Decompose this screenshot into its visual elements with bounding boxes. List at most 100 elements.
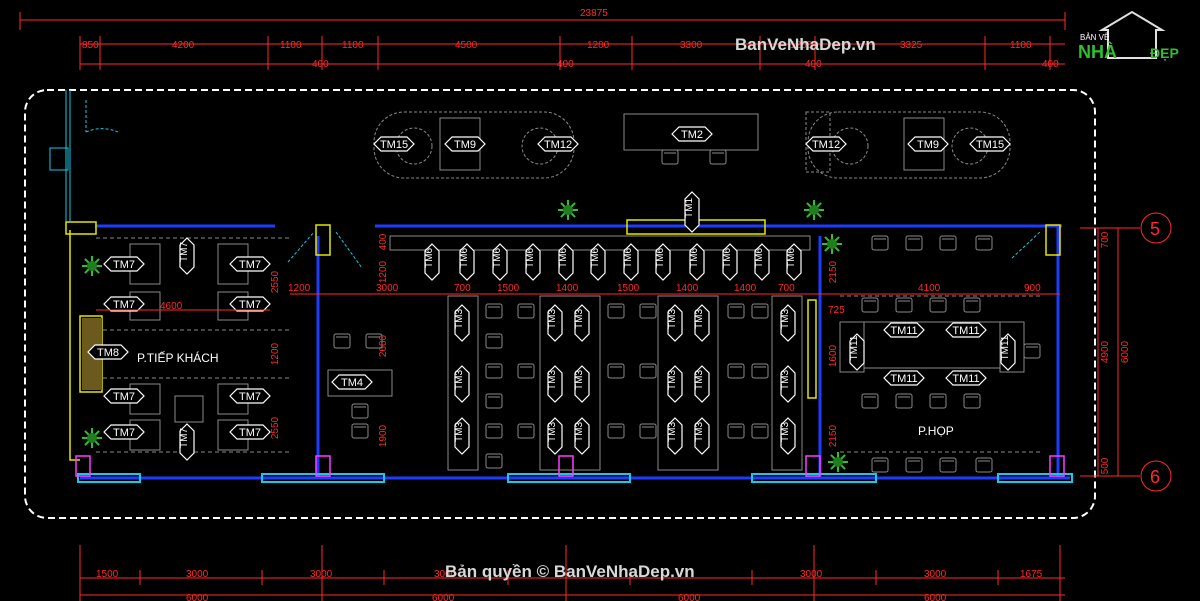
vertical-dim: 4900 <box>1100 340 1111 363</box>
tag-text: TM3 <box>780 370 791 390</box>
tag-text: TM12 <box>812 139 840 151</box>
tag-tm7: TM7 <box>229 256 271 272</box>
tag-text: TM3 <box>454 309 465 329</box>
plant <box>804 200 824 220</box>
mid-dim-10: 4100 <box>918 283 941 294</box>
vertical-dim: 700 <box>1100 231 1111 248</box>
mid-dim-5: 1400 <box>556 283 579 294</box>
tag-tm11: TM11 <box>883 370 925 386</box>
bottom-dim-5: 3000 <box>800 569 823 580</box>
top-dim-7: 3300 <box>680 40 703 51</box>
plant <box>822 234 842 254</box>
chair <box>485 393 503 409</box>
tag-text: TM3 <box>454 370 465 390</box>
chair <box>639 423 657 439</box>
tag-tm3: TM3 <box>547 365 563 403</box>
tag-tm7: TM7 <box>229 424 271 440</box>
mid-dim-2: 3000 <box>376 283 399 294</box>
logo-line2: NHÀ <box>1078 41 1117 62</box>
chair <box>905 457 923 473</box>
tag-tm3: TM3 <box>454 365 470 403</box>
tag-tm3: TM3 <box>694 365 710 403</box>
vertical-dim: 2600 <box>378 334 389 357</box>
overall-dimension: 23875 <box>580 8 608 19</box>
mid-dim-7: 1400 <box>676 283 699 294</box>
entrance-door <box>49 90 71 222</box>
tag-text: TM6 <box>786 248 797 268</box>
tag-text: TM3 <box>454 422 465 442</box>
tag-text: TM3 <box>574 309 585 329</box>
tag-tm15: TM15 <box>969 136 1011 152</box>
tag-tm2: TM2 <box>671 126 713 142</box>
tag-text: TM3 <box>667 370 678 390</box>
bottom-dim-1: 1500 <box>96 569 119 580</box>
chair <box>485 363 503 379</box>
axis-label-5: 5 <box>1150 219 1160 239</box>
tag-text: TM2 <box>681 129 703 141</box>
top-dim-2: 4200 <box>172 40 195 51</box>
mid-dim-12: 725 <box>828 305 845 316</box>
tag-tm6: TM6 <box>492 243 508 281</box>
bottom-dim2-4: 6000 <box>924 593 947 601</box>
top-small-dim-4: 400 <box>1042 59 1059 70</box>
room-meeting: P.HỌP <box>918 424 954 438</box>
top-small-dim-2: 400 <box>557 59 574 70</box>
top-small-dim-1: 400 <box>312 59 329 70</box>
tag-tm6: TM6 <box>558 243 574 281</box>
chair <box>639 303 657 319</box>
vertical-dim: 1200 <box>270 342 281 365</box>
tag-tm15: TM15 <box>373 136 415 152</box>
tag-text: TM3 <box>694 370 705 390</box>
tag-tm3: TM3 <box>780 417 796 455</box>
tag-tm7: TM7 <box>103 388 145 404</box>
plant <box>82 428 102 448</box>
tag-tm7: TM7 <box>179 237 195 275</box>
chair <box>661 149 679 165</box>
chair <box>351 423 369 439</box>
tag-tm11: TM11 <box>945 322 987 338</box>
tag-text: TM6 <box>655 248 666 268</box>
tag-text: TM3 <box>780 309 791 329</box>
bottom-dim2-2: 6000 <box>432 593 455 601</box>
chair <box>939 235 957 251</box>
mid-dim-9: 700 <box>778 283 795 294</box>
logo-line1: BẢN VẼ <box>1080 33 1109 42</box>
top-dim-3: 1100 <box>280 40 302 51</box>
tag-tm7: TM7 <box>229 296 271 312</box>
tag-text: TM7 <box>113 299 135 311</box>
tag-tm3: TM3 <box>667 304 683 342</box>
vertical-dim: 6000 <box>1120 340 1131 363</box>
tag-tm3: TM3 <box>454 304 470 342</box>
tag-text: TM7 <box>239 299 261 311</box>
chair <box>709 149 727 165</box>
bottom-dim-3: 3000 <box>310 569 333 580</box>
top-dim-5: 4500 <box>455 40 478 51</box>
plant <box>828 452 848 472</box>
tag-tm3: TM3 <box>667 417 683 455</box>
bottom-dim-2: 3000 <box>186 569 209 580</box>
axis-label-6: 6 <box>1150 467 1160 487</box>
tag-text: TM3 <box>574 370 585 390</box>
tag-text: TM11 <box>890 373 917 385</box>
chair <box>871 235 889 251</box>
tag-tm3: TM3 <box>780 304 796 342</box>
chair <box>517 303 535 319</box>
vertical-dim: 1600 <box>828 344 839 367</box>
tag-text: TM9 <box>454 139 476 151</box>
tag-tm6: TM6 <box>424 243 440 281</box>
chair <box>963 297 981 313</box>
top-dimension-lines <box>19 12 1066 65</box>
tag-text: TM3 <box>780 422 791 442</box>
tag-tm6: TM6 <box>459 243 475 281</box>
tag-text: TM6 <box>459 248 470 268</box>
tag-tm3: TM3 <box>547 304 563 342</box>
chair <box>607 303 625 319</box>
tag-tm11: TM11 <box>945 370 987 386</box>
tag-text: TM15 <box>380 139 408 151</box>
top-dim-1: 850 <box>82 40 99 51</box>
tag-tm7: TM7 <box>229 388 271 404</box>
chair <box>485 303 503 319</box>
tag-tm7: TM7 <box>103 296 145 312</box>
tag-text: TM11 <box>952 325 979 337</box>
chair <box>895 393 913 409</box>
